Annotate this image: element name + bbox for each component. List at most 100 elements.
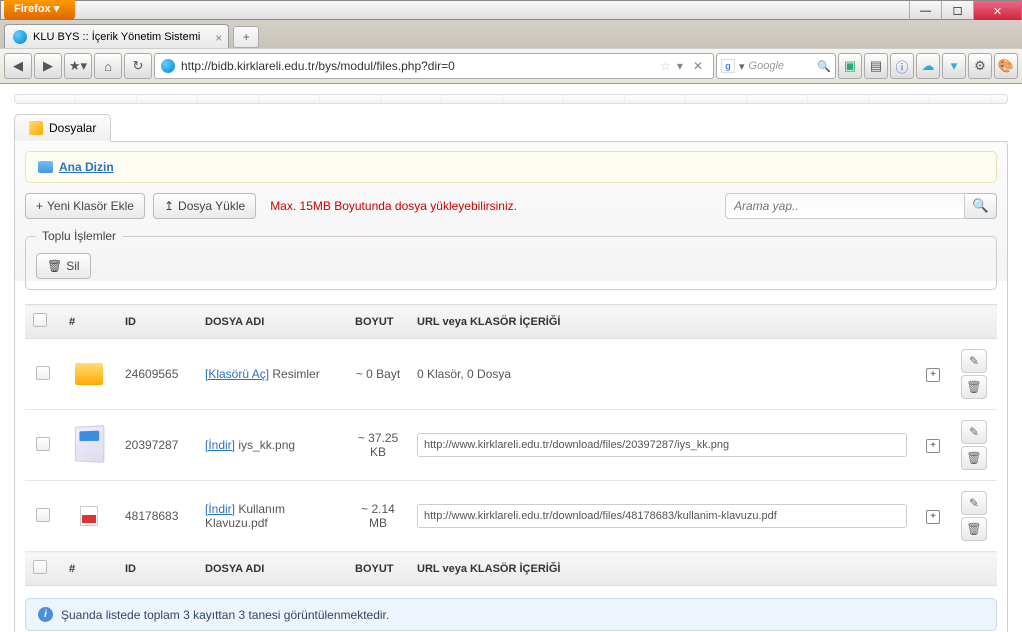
- table-header-row: # ID DOSYA ADI BOYUT URL veya KLASÖR İÇE…: [25, 305, 997, 339]
- reload-button[interactable]: ↻: [124, 53, 152, 79]
- row-checkbox[interactable]: [36, 366, 50, 380]
- file-url-input[interactable]: [417, 504, 907, 528]
- col-id[interactable]: ID: [117, 305, 197, 339]
- cell-id: 48178683: [117, 481, 197, 552]
- fcol-hash: #: [61, 552, 117, 586]
- panel-tabs: Dosyalar: [14, 114, 1008, 142]
- table-row: 24609565[Klasörü Aç] Resimler~ 0 Bayt0 K…: [25, 339, 997, 410]
- col-size[interactable]: BOYUT: [347, 305, 409, 339]
- addon-button-6[interactable]: ⚙: [968, 53, 992, 79]
- delete-button[interactable]: 🗑: [961, 517, 987, 541]
- tab-close-icon[interactable]: ×: [215, 31, 222, 45]
- row-action-link[interactable]: [İndir]: [205, 502, 235, 516]
- cell-size: ~ 0 Bayt: [347, 339, 409, 410]
- info-text: Şuanda listede toplam 3 kayıttan 3 tanes…: [61, 608, 389, 622]
- bookmark-star-icon[interactable]: ☆: [660, 59, 671, 73]
- browser-tab-title: KLU BYS :: İçerik Yönetim Sistemi: [33, 31, 200, 43]
- bulk-legend: Toplu İşlemler: [36, 229, 122, 243]
- delete-button[interactable]: 🗑: [961, 446, 987, 470]
- breadcrumb: Ana Dizin: [25, 151, 997, 183]
- expand-row-button[interactable]: +: [926, 368, 940, 382]
- addon-button-5[interactable]: ▾: [942, 53, 966, 79]
- addon-button-4[interactable]: ☁: [916, 53, 940, 79]
- panel-body: Ana Dizin + Yeni Klasör Ekle ↥ Dosya Yük…: [14, 141, 1008, 632]
- col-hash[interactable]: #: [61, 305, 117, 339]
- page-viewport: Dosyalar Ana Dizin + Yeni Klasör Ekle ↥ …: [0, 84, 1022, 632]
- delete-button[interactable]: 🗑: [961, 375, 987, 399]
- table-footer-row: # ID DOSYA ADI BOYUT URL veya KLASÖR İÇE…: [25, 552, 997, 586]
- minimize-button[interactable]: —: [909, 1, 941, 21]
- select-all-footer-checkbox[interactable]: [33, 560, 47, 574]
- search-engine-drop-icon[interactable]: ▾: [739, 60, 745, 73]
- addon-button-1[interactable]: ▣: [838, 53, 862, 79]
- back-button[interactable]: ◀: [4, 53, 32, 79]
- browser-tab[interactable]: KLU BYS :: İçerik Yönetim Sistemi ×: [4, 24, 229, 48]
- edit-button[interactable]: ✎: [961, 349, 987, 373]
- file-url-input[interactable]: [417, 433, 907, 457]
- stop-button[interactable]: ✕: [689, 59, 707, 73]
- upload-icon: ↥: [164, 199, 174, 213]
- search-go-icon[interactable]: 🔍: [817, 60, 831, 73]
- addon-button-3[interactable]: ⓘ: [890, 53, 914, 79]
- row-checkbox[interactable]: [36, 437, 50, 451]
- file-name: iys_kk.png: [238, 438, 295, 452]
- row-action-link[interactable]: [Klasörü Aç]: [205, 367, 269, 381]
- maximize-button[interactable]: ☐: [941, 1, 973, 21]
- tab-files[interactable]: Dosyalar: [14, 114, 111, 142]
- url-favicon: [161, 59, 175, 73]
- table-search-input[interactable]: [725, 193, 965, 219]
- col-url[interactable]: URL veya KLASÖR İÇERİĞİ: [409, 305, 915, 339]
- edit-button[interactable]: ✎: [961, 420, 987, 444]
- info-footer: i Şuanda listede toplam 3 kayıttan 3 tan…: [25, 598, 997, 631]
- trash-icon: 🗑: [47, 259, 62, 273]
- col-name[interactable]: DOSYA ADI: [197, 305, 347, 339]
- cell-size: ~ 37.25 KB: [347, 410, 409, 481]
- fcol-size: BOYUT: [347, 552, 409, 586]
- trash-icon: 🗑: [966, 380, 981, 394]
- new-tab-button[interactable]: +: [233, 26, 259, 48]
- pdf-file-icon: [71, 498, 107, 534]
- bulk-actions-fieldset: Toplu İşlemler 🗑 Sil: [25, 229, 997, 290]
- bookmark-drop-button[interactable]: ★▾: [64, 53, 92, 79]
- table-search-button[interactable]: 🔍: [965, 193, 997, 219]
- home-button[interactable]: ⌂: [94, 53, 122, 79]
- bulk-delete-label: Sil: [66, 259, 79, 273]
- cell-id: 20397287: [117, 410, 197, 481]
- table-row: 20397287 [İndir] iys_kk.png ~ 37.25 KB + ✎ 🗑: [25, 410, 997, 481]
- trash-icon: 🗑: [966, 451, 981, 465]
- row-action-link[interactable]: [İndir]: [205, 438, 235, 452]
- addon-button-2[interactable]: ▤: [864, 53, 888, 79]
- select-all-checkbox[interactable]: [33, 313, 47, 327]
- window-titlebar: — ☐ ✕: [0, 0, 1022, 20]
- addon-button-7[interactable]: 🎨: [994, 53, 1018, 79]
- row-checkbox[interactable]: [36, 508, 50, 522]
- google-icon: g: [721, 59, 735, 73]
- cell-size: ~ 2.14 MB: [347, 481, 409, 552]
- url-dropdown-icon[interactable]: ▾: [677, 59, 683, 73]
- pencil-icon: ✎: [969, 354, 979, 368]
- expand-row-button[interactable]: +: [926, 439, 940, 453]
- upload-label: Dosya Yükle: [178, 199, 245, 213]
- upload-button[interactable]: ↥ Dosya Yükle: [153, 193, 256, 219]
- upload-note: Max. 15MB Boyutunda dosya yükleyebilirsi…: [270, 199, 517, 213]
- bulk-delete-button[interactable]: 🗑 Sil: [36, 253, 91, 279]
- pencil-icon: ✎: [969, 425, 979, 439]
- edit-button[interactable]: ✎: [961, 491, 987, 515]
- new-folder-button[interactable]: + Yeni Klasör Ekle: [25, 193, 145, 219]
- breadcrumb-root[interactable]: Ana Dizin: [59, 160, 114, 174]
- firefox-menu-button[interactable]: Firefox ▾: [4, 0, 75, 20]
- expand-row-button[interactable]: +: [926, 510, 940, 524]
- cut-off-toolbar: [14, 94, 1008, 104]
- fcol-name: DOSYA ADI: [197, 552, 347, 586]
- file-name: Resimler: [272, 367, 319, 381]
- forward-button[interactable]: ▶: [34, 53, 62, 79]
- tab-strip: KLU BYS :: İçerik Yönetim Sistemi × +: [0, 20, 1022, 48]
- image-file-icon: [71, 426, 107, 462]
- search-icon: 🔍: [972, 198, 989, 214]
- close-button[interactable]: ✕: [973, 1, 1021, 21]
- folder-open-icon: [38, 161, 53, 173]
- search-engine-box[interactable]: g ▾ Google 🔍: [716, 53, 836, 79]
- cell-id: 24609565: [117, 339, 197, 410]
- url-bar[interactable]: http://bidb.kirklareli.edu.tr/bys/modul/…: [154, 53, 714, 79]
- info-icon: i: [38, 607, 53, 622]
